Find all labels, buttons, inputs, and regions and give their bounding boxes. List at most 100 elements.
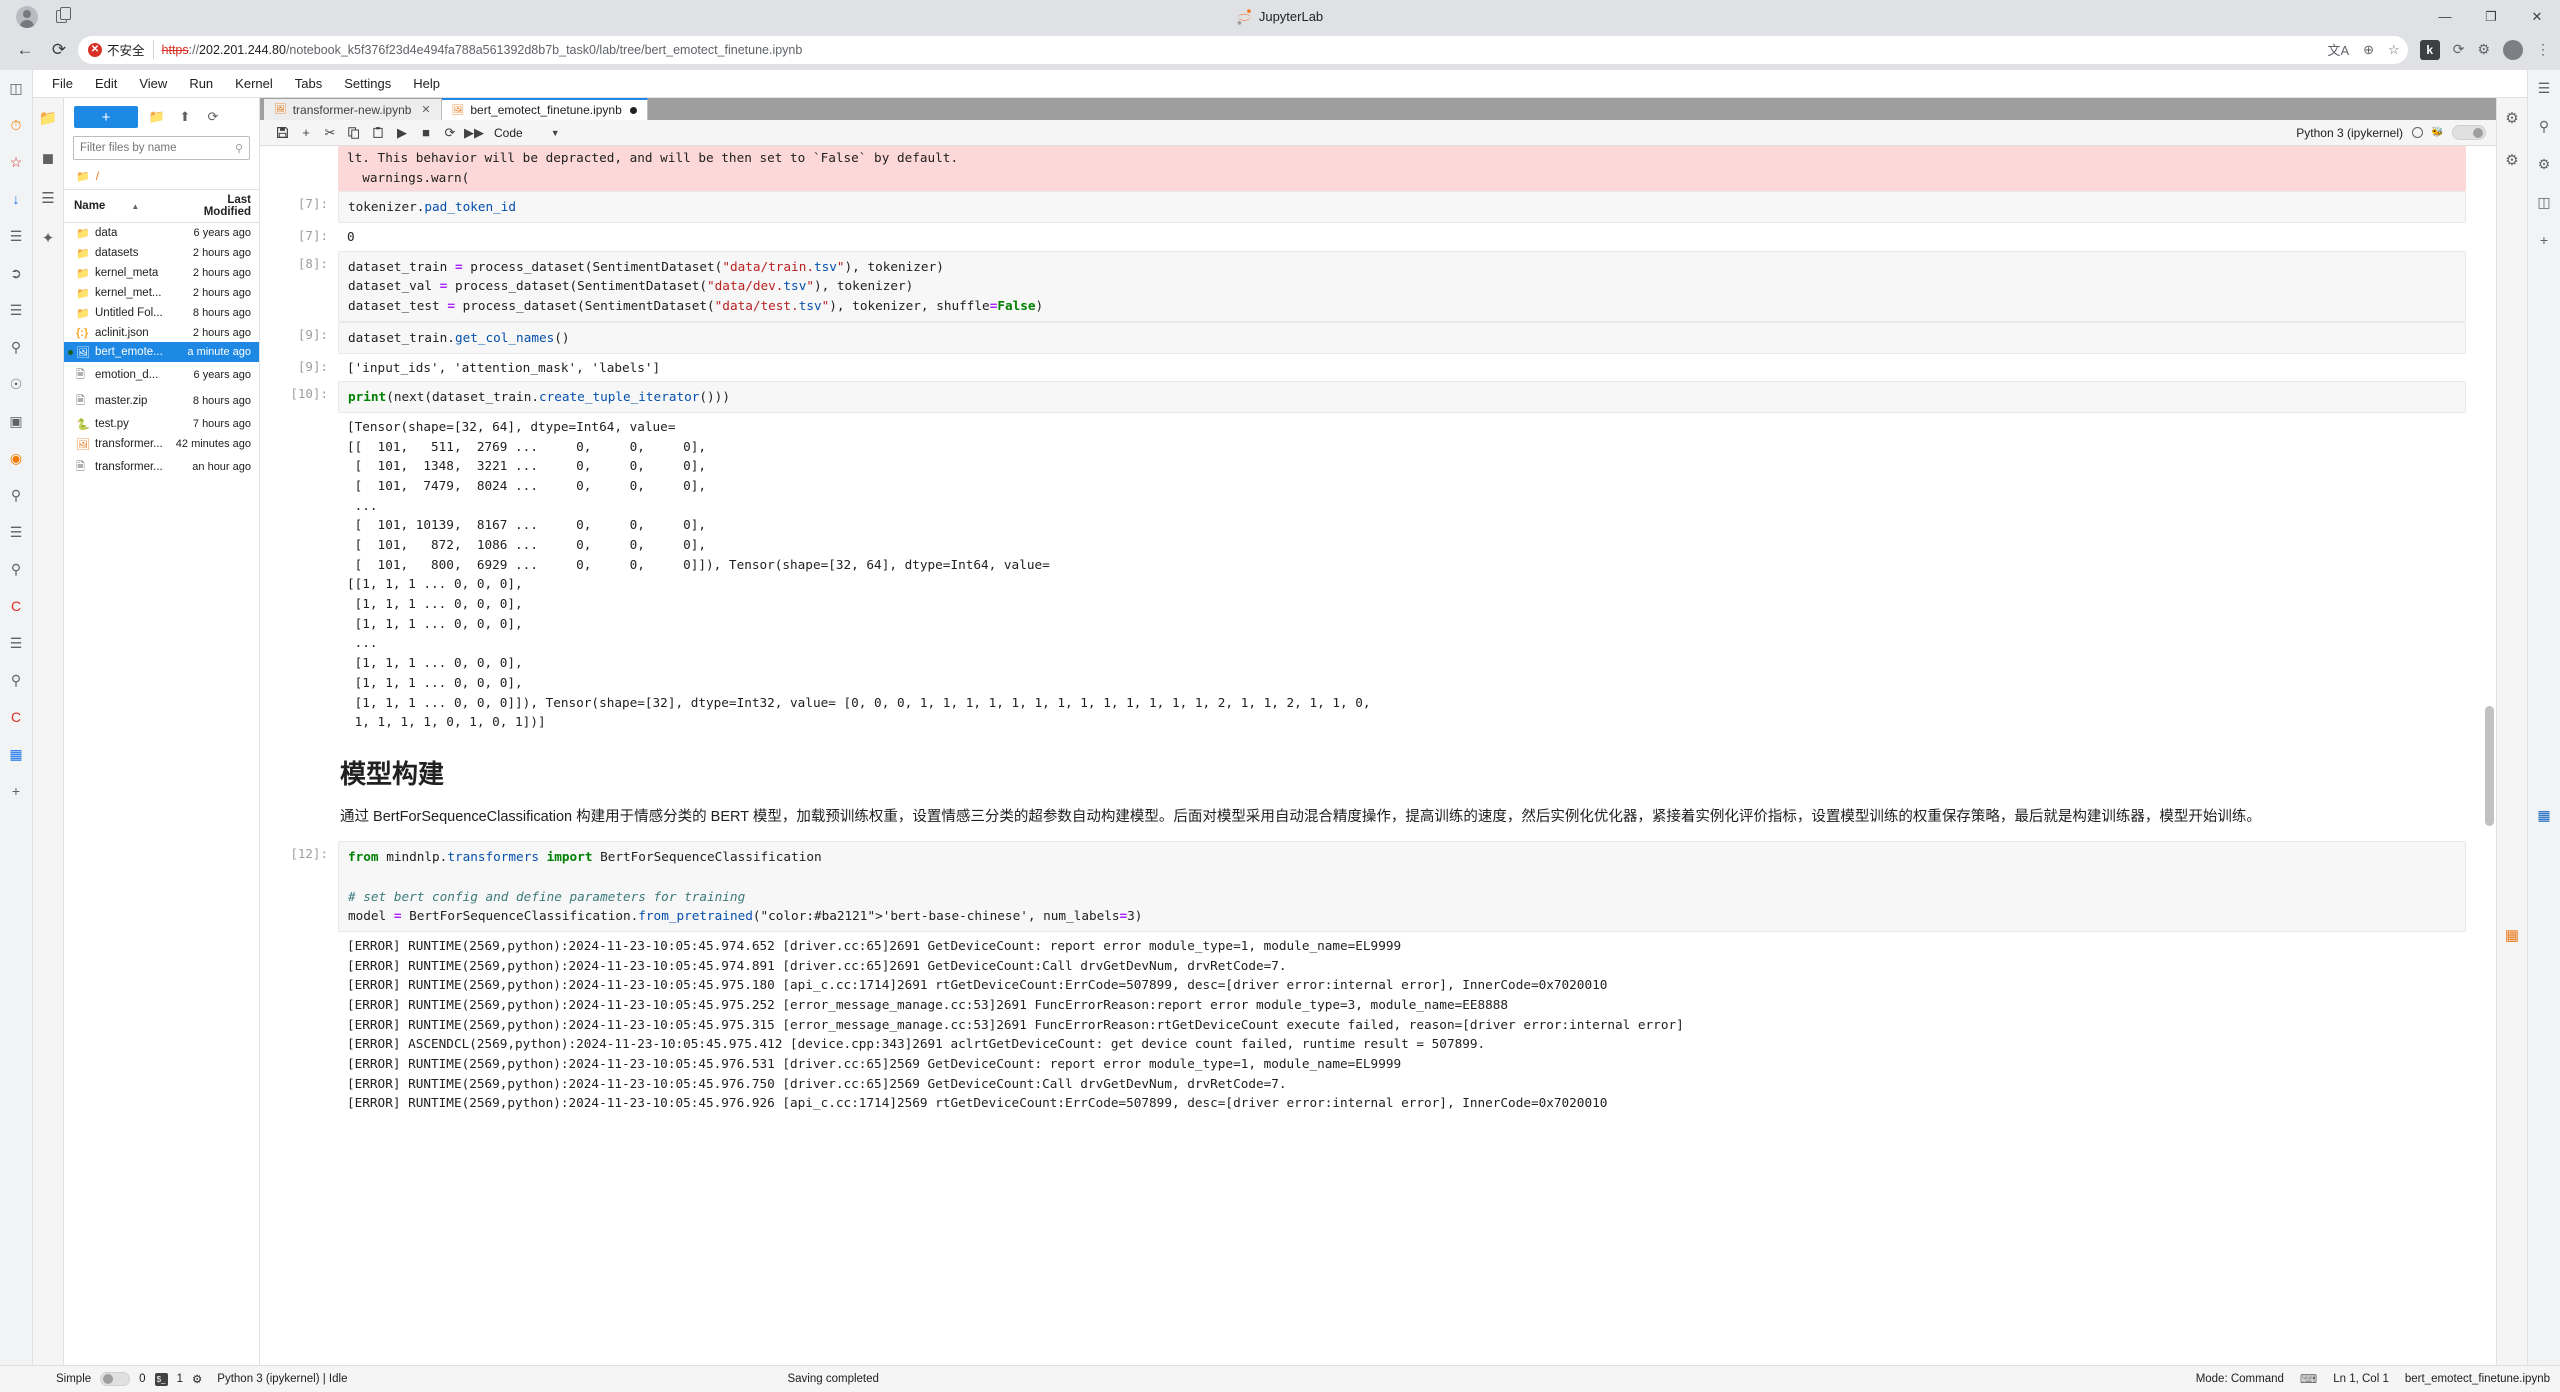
kernel-sessions-icon[interactable]: ⚙	[192, 1372, 202, 1386]
notebook-cell[interactable]: [Tensor(shape=[32, 64], dtype=Int64, val…	[260, 413, 2466, 736]
record-icon[interactable]: C	[6, 596, 26, 616]
table-of-contents-icon[interactable]: ▦	[2502, 925, 2522, 945]
settings-gear-icon[interactable]: ⚙	[2502, 108, 2522, 128]
terminal-icon[interactable]: $_	[154, 1372, 168, 1386]
add-side-icon[interactable]: +	[2534, 230, 2554, 250]
settings-side-icon[interactable]: ⚙	[2534, 154, 2554, 174]
notebook-tab[interactable]: 🖼 transformer-new.ipynb ✕	[264, 99, 442, 120]
file-list-item[interactable]: 🗎 master.zip 8 hours ago	[64, 388, 259, 414]
cell-type-select[interactable]: Code ▼	[494, 126, 560, 140]
new-launcher-button[interactable]: +	[74, 106, 138, 128]
browser-menu-icon[interactable]: ⋮	[2536, 41, 2550, 58]
simple-mode-toggle[interactable]	[100, 1372, 131, 1386]
window-minimize-button[interactable]: —	[2422, 0, 2468, 33]
add-panel-icon[interactable]: +	[6, 781, 26, 801]
debugger-toggle[interactable]	[2452, 125, 2486, 140]
file-list-item[interactable]: 🐍 test.py 7 hours ago	[64, 414, 259, 434]
globe-icon[interactable]: ☉	[6, 374, 26, 394]
column-header-modified[interactable]: Last Modified	[177, 194, 251, 218]
grid-icon[interactable]: ▦	[6, 744, 26, 764]
notebook-tab[interactable]: 🖼 bert_emotect_finetune.ipynb	[441, 98, 648, 120]
back-icon[interactable]: ←	[10, 36, 40, 64]
stack-icon[interactable]: ☰	[6, 522, 26, 542]
breadcrumb-root[interactable]: /	[96, 169, 99, 183]
window-close-button[interactable]: ✕	[2514, 0, 2560, 33]
upload-icon[interactable]: ⬆	[176, 108, 194, 126]
reading-list-icon[interactable]: ☰	[6, 300, 26, 320]
notebook-scroll-region[interactable]: lt. This behavior will be depracted, and…	[260, 146, 2496, 1365]
property-inspector-icon[interactable]: ⚙	[2502, 150, 2522, 170]
code-input-area[interactable]: print(next(dataset_train.create_tuple_it…	[338, 381, 2466, 413]
notebook-cell[interactable]: [12]: from mindnlp.transformers import Be…	[260, 841, 2466, 932]
menu-help[interactable]: Help	[402, 72, 451, 95]
menu-edit[interactable]: Edit	[84, 72, 128, 95]
zoom-panel-icon[interactable]: ⚲	[6, 485, 26, 505]
kiwi-extension-icon[interactable]: k	[2419, 39, 2440, 60]
capture-icon[interactable]: C	[6, 707, 26, 727]
interrupt-kernel-button[interactable]: ■	[414, 122, 438, 144]
file-list-item[interactable]: 🖼 bert_emote... a minute ago	[64, 342, 259, 362]
browser-profile-avatar[interactable]	[16, 5, 38, 28]
file-list-item[interactable]: {:} aclinit.json 2 hours ago	[64, 323, 259, 342]
file-list-item[interactable]: 📁 kernel_met... 2 hours ago	[64, 283, 259, 303]
pinned-app-icon[interactable]: ▦	[2534, 805, 2554, 825]
notebook-cell[interactable]: lt. This behavior will be depracted, and…	[260, 146, 2466, 192]
menu-run[interactable]: Run	[178, 72, 224, 95]
layers-icon[interactable]: ▣	[6, 411, 26, 431]
cut-cell-button[interactable]: ✂	[318, 122, 342, 144]
file-list-item[interactable]: 🗎 emotion_d... 6 years ago	[64, 362, 259, 388]
sidebar-collapse-icon[interactable]: ☰	[2534, 78, 2554, 98]
file-filter-input[interactable]	[80, 142, 243, 154]
find2-icon[interactable]: ⚲	[6, 670, 26, 690]
kernel-name-label[interactable]: Python 3 (ipykernel)	[2296, 126, 2403, 140]
sidebar-item-file-browser[interactable]: 📁	[38, 108, 58, 128]
bug-icon[interactable]: 🐝	[2431, 127, 2443, 138]
extensions-icon[interactable]: ⚙	[2477, 41, 2490, 58]
list-icon[interactable]: ☰	[6, 633, 26, 653]
sidebar-item-extensions[interactable]: ✦	[38, 228, 58, 248]
notebook-cell[interactable]: 通过 BertForSequenceClassification 构建用于情感分…	[260, 801, 2466, 841]
tab-stack-icon[interactable]	[56, 6, 76, 27]
zoom-icon[interactable]: ⊕	[2363, 42, 2374, 58]
notebook-cell[interactable]: [ERROR] RUNTIME(2569,python):2024-11-23-…	[260, 932, 2466, 1117]
profile-avatar-icon[interactable]	[2503, 39, 2523, 60]
url-omnibox[interactable]: ✕ 不安全 https://202.201.244.80/notebook_k5…	[78, 35, 2408, 64]
find-icon[interactable]: ⚲	[6, 559, 26, 579]
new-folder-icon[interactable]: 📁	[148, 108, 166, 126]
file-list-item[interactable]: 🗎 transformer... an hour ago	[64, 454, 259, 480]
bookmark-star-icon[interactable]: ☆	[2388, 42, 2400, 58]
code-input-area[interactable]: tokenizer.pad_token_id	[338, 191, 2466, 224]
save-button[interactable]	[270, 122, 294, 144]
window-maximize-button[interactable]: ❐	[2468, 0, 2514, 33]
notebook-cell[interactable]: [8]: dataset_train = process_dataset(Sent…	[260, 250, 2466, 322]
reload-icon[interactable]: ⟳	[44, 36, 74, 64]
translate-panel-icon[interactable]: ➲	[6, 263, 26, 283]
menu-file[interactable]: File	[41, 72, 84, 95]
run-cell-button[interactable]: ▶	[390, 122, 414, 144]
search-panel-icon[interactable]: ⚲	[6, 337, 26, 357]
file-list-item[interactable]: 📁 datasets 2 hours ago	[64, 243, 259, 263]
file-filter-box[interactable]: ⚲	[73, 136, 250, 160]
sidebar-item-commands[interactable]: ☰	[38, 188, 58, 208]
kernel-status-text[interactable]: Python 3 (ipykernel) | Idle	[217, 1373, 347, 1385]
sort-ascending-icon[interactable]: ▲	[131, 202, 139, 211]
notebook-cell[interactable]: [9]: ['input_ids', 'attention_mask', 'lab…	[260, 354, 2466, 382]
sidebar-panel-icon[interactable]: ◫	[6, 78, 26, 98]
breadcrumb[interactable]: 📁 /	[64, 166, 259, 189]
sync-icon[interactable]: ⟳	[2453, 41, 2465, 58]
translate-icon[interactable]: 文A	[2327, 40, 2349, 59]
code-input-area[interactable]: dataset_train.get_col_names()	[338, 321, 2466, 354]
refresh-file-list-icon[interactable]: ⟳	[204, 108, 222, 126]
copy-cell-button[interactable]	[342, 122, 366, 144]
downloads-icon[interactable]: ↓	[6, 189, 26, 209]
restart-run-all-button[interactable]: ▶▶	[462, 122, 486, 144]
bookmarks-icon[interactable]: ☆	[6, 152, 26, 172]
scrollbar-thumb[interactable]	[2485, 706, 2494, 826]
split-view-icon[interactable]: ◫	[2534, 192, 2554, 212]
notebook-cell[interactable]: [7]: tokenizer.pad_token_id	[260, 191, 2466, 224]
close-icon[interactable]: ✕	[421, 103, 430, 116]
notes-icon[interactable]: ☰	[6, 226, 26, 246]
app-shortcut-icon[interactable]: ◉	[6, 448, 26, 468]
code-input-area[interactable]: dataset_train = process_dataset(Sentimen…	[338, 250, 2466, 322]
notebook-vertical-scrollbar[interactable]	[2485, 146, 2494, 1365]
